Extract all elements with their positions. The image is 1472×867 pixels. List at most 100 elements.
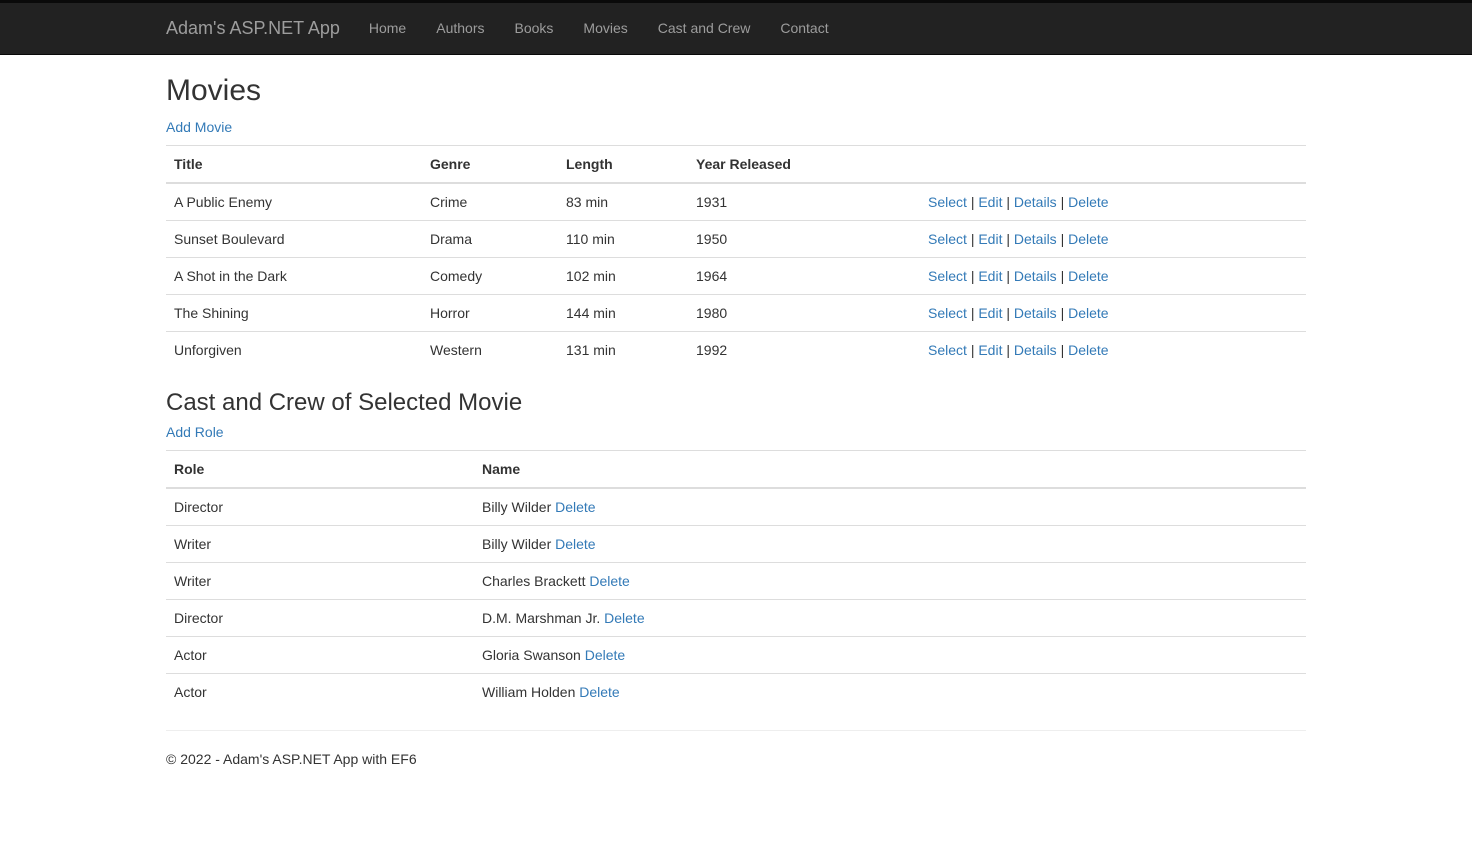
movie-actions-cell: Select | Edit | Details | Delete <box>920 331 1306 368</box>
main-content: Movies Add Movie Title Genre Length Year… <box>166 73 1306 767</box>
action-separator: | <box>1006 305 1010 321</box>
delete-role-link[interactable]: Delete <box>585 647 625 663</box>
add-role-link[interactable]: Add Role <box>166 424 1306 440</box>
nav-contact[interactable]: Contact <box>765 3 843 54</box>
navbar-brand[interactable]: Adam's ASP.NET App <box>166 3 340 54</box>
edit-link[interactable]: Edit <box>978 305 1002 321</box>
movie-actions-cell: Select | Edit | Details | Delete <box>920 257 1306 295</box>
delete-role-link[interactable]: Delete <box>555 499 595 515</box>
movie-genre-cell: Comedy <box>422 257 558 295</box>
select-link[interactable]: Select <box>928 194 967 210</box>
navbar-inner: Adam's ASP.NET App Home Authors Books Mo… <box>166 3 1306 54</box>
cast-table-body: Director Billy Wilder Delete Writer Billy W… <box>166 487 1306 710</box>
action-separator: | <box>1060 305 1065 321</box>
details-link[interactable]: Details <box>1014 231 1057 247</box>
nav-home[interactable]: Home <box>354 3 421 54</box>
movie-length-cell: 131 min <box>558 331 688 368</box>
role-cell: Writer <box>166 525 474 563</box>
select-link[interactable]: Select <box>928 342 967 358</box>
edit-link[interactable]: Edit <box>978 231 1002 247</box>
movie-title-cell: Unforgiven <box>166 331 422 368</box>
header-role: Role <box>166 450 474 489</box>
table-row: Writer Billy Wilder Delete <box>166 525 1306 563</box>
header-title: Title <box>166 145 422 184</box>
name-cell: D.M. Marshman Jr. Delete <box>474 599 1306 637</box>
table-row: Actor Gloria Swanson Delete <box>166 636 1306 674</box>
nav-authors[interactable]: Authors <box>421 3 499 54</box>
movie-year-cell: 1931 <box>688 182 920 221</box>
delete-link[interactable]: Delete <box>1068 268 1108 284</box>
details-link[interactable]: Details <box>1014 194 1057 210</box>
movie-genre-cell: Western <box>422 331 558 368</box>
action-separator: | <box>970 305 975 321</box>
action-separator: | <box>970 231 975 247</box>
person-name: Billy Wilder <box>482 536 552 552</box>
edit-link[interactable]: Edit <box>978 194 1002 210</box>
nav-cast-and-crew[interactable]: Cast and Crew <box>643 3 766 54</box>
role-cell: Writer <box>166 562 474 600</box>
edit-link[interactable]: Edit <box>978 268 1002 284</box>
movie-length-cell: 102 min <box>558 257 688 295</box>
header-actions <box>920 145 1306 184</box>
movie-year-cell: 1950 <box>688 220 920 258</box>
name-cell: Gloria Swanson Delete <box>474 636 1306 674</box>
table-row: Writer Charles Brackett Delete <box>166 562 1306 600</box>
movies-table-body: A Public Enemy Crime 83 min 1931 Select | Ed… <box>166 182 1306 368</box>
table-row: Sunset Boulevard Drama 110 min 1950 Select |… <box>166 220 1306 258</box>
movie-title-cell: Sunset Boulevard <box>166 220 422 258</box>
nav-movies[interactable]: Movies <box>568 3 642 54</box>
movie-length-cell: 144 min <box>558 294 688 332</box>
name-cell: Charles Brackett Delete <box>474 562 1306 600</box>
table-row: A Shot in the Dark Comedy 102 min 1964 Selec… <box>166 257 1306 295</box>
delete-link[interactable]: Delete <box>1068 342 1108 358</box>
action-separator: | <box>1006 194 1010 210</box>
movie-genre-cell: Horror <box>422 294 558 332</box>
cast-section-title: Cast and Crew of Selected Movie <box>166 389 523 416</box>
table-row: Director Billy Wilder Delete <box>166 487 1306 526</box>
delete-role-link[interactable]: Delete <box>604 610 644 626</box>
add-movie-link[interactable]: Add Movie <box>166 119 1306 135</box>
person-name: Billy Wilder <box>482 499 552 515</box>
delete-link[interactable]: Delete <box>1068 194 1108 210</box>
movie-actions-cell: Select | Edit | Details | Delete <box>920 294 1306 332</box>
person-name: William Holden <box>482 684 576 700</box>
cast-header-row: Role Name <box>166 450 1306 489</box>
action-separator: | <box>1006 342 1010 358</box>
name-cell: Billy Wilder Delete <box>474 487 1306 526</box>
select-link[interactable]: Select <box>928 305 967 321</box>
name-cell: Billy Wilder Delete <box>474 525 1306 563</box>
select-link[interactable]: Select <box>928 231 967 247</box>
top-navbar: Adam's ASP.NET App Home Authors Books Mo… <box>0 0 1472 55</box>
role-cell: Director <box>166 487 474 526</box>
role-cell: Actor <box>166 673 474 710</box>
table-row: A Public Enemy Crime 83 min 1931 Select | Ed… <box>166 182 1306 221</box>
action-separator: | <box>970 194 975 210</box>
delete-role-link[interactable]: Delete <box>555 536 595 552</box>
details-link[interactable]: Details <box>1014 305 1057 321</box>
page-title: Movies <box>166 74 262 107</box>
person-name: Charles Brackett <box>482 573 586 589</box>
movie-title-cell: The Shining <box>166 294 422 332</box>
edit-link[interactable]: Edit <box>978 342 1002 358</box>
delete-role-link[interactable]: Delete <box>579 684 619 700</box>
nav-books[interactable]: Books <box>499 3 568 54</box>
action-separator: | <box>1060 194 1065 210</box>
select-link[interactable]: Select <box>928 268 967 284</box>
header-length: Length <box>558 145 688 184</box>
table-row: Director D.M. Marshman Jr. Delete <box>166 599 1306 637</box>
details-link[interactable]: Details <box>1014 268 1057 284</box>
action-separator: | <box>1060 268 1065 284</box>
header-name: Name <box>474 450 1306 489</box>
header-year: Year Released <box>688 145 920 184</box>
movie-genre-cell: Crime <box>422 182 558 221</box>
footer: © 2022 - Adam's ASP.NET App with EF6 <box>166 751 1306 767</box>
movie-genre-cell: Drama <box>422 220 558 258</box>
table-row: Unforgiven Western 131 min 1992 Select | Edi… <box>166 331 1306 368</box>
details-link[interactable]: Details <box>1014 342 1057 358</box>
delete-link[interactable]: Delete <box>1068 231 1108 247</box>
delete-role-link[interactable]: Delete <box>589 573 629 589</box>
movie-year-cell: 1964 <box>688 257 920 295</box>
delete-link[interactable]: Delete <box>1068 305 1108 321</box>
movie-title-cell: A Public Enemy <box>166 182 422 221</box>
person-name: D.M. Marshman Jr. <box>482 610 601 626</box>
